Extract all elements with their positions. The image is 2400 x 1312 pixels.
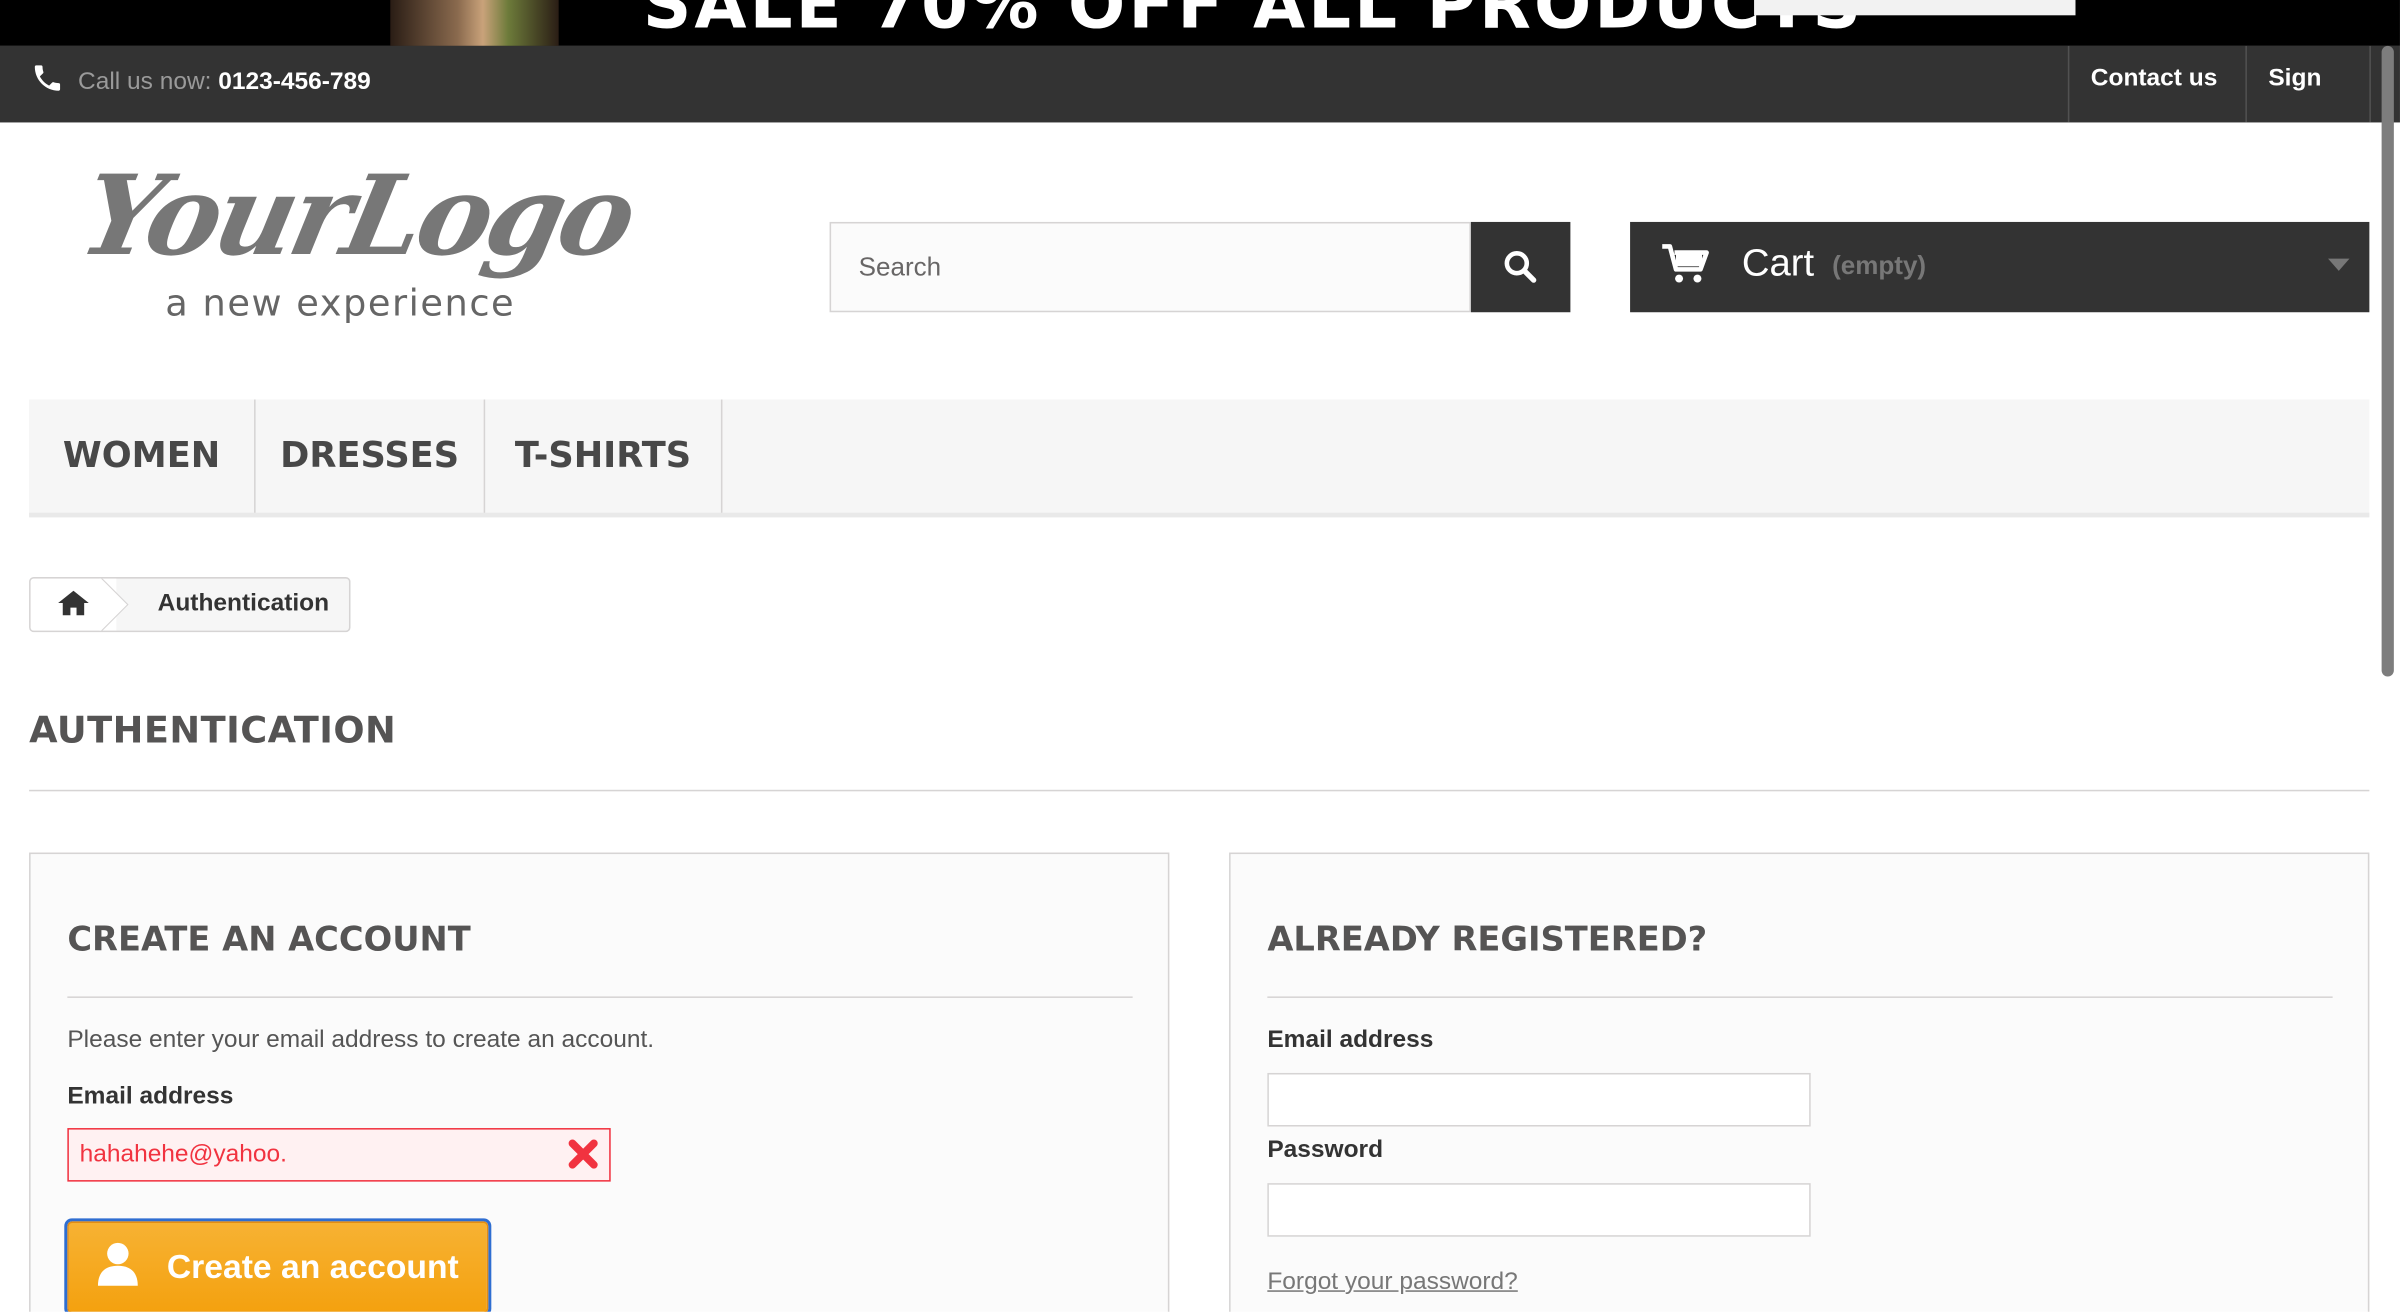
user-icon [97, 1242, 138, 1286]
store-logo[interactable]: YourLogo a new experience [70, 150, 666, 336]
contact-us-link[interactable]: Contact us [2067, 45, 2246, 123]
login-form: ALREADY REGISTERED? Email address Passwo… [1229, 852, 2370, 1312]
create-email-field-wrap [67, 1128, 611, 1182]
heading-divider [29, 789, 2370, 792]
create-account-form: CREATE AN ACCOUNT Please enter your emai… [29, 852, 1170, 1312]
create-account-title: CREATE AN ACCOUNT [67, 921, 471, 960]
cart-block[interactable]: Cart (empty) [1630, 221, 2370, 313]
breadcrumb-current: Authentication [157, 590, 330, 617]
search-icon [1504, 251, 1537, 283]
call-prefix: Call us now: [78, 68, 219, 95]
create-account-button-label: Create an account [166, 1247, 459, 1286]
cart-label: Cart [1741, 241, 1815, 285]
menu-item-tshirts[interactable]: T-SHIRTS [485, 399, 723, 513]
logo-tagline: a new experience [165, 281, 516, 325]
top-bar: Call us now: 0123-456-789 Contact us Sig… [0, 45, 2400, 159]
login-email-label: Email address [1267, 1027, 1434, 1054]
page: SALE 70% OFF ALL PRODUCTS Call us now: 0… [0, 0, 2400, 1312]
page-title: AUTHENTICATION [29, 708, 397, 752]
banner-text: SALE 70% OFF ALL PRODUCTS [642, 0, 1865, 45]
login-title: ALREADY REGISTERED? [1267, 921, 1708, 960]
chevron-down-icon[interactable] [2328, 258, 2350, 271]
login-email-input[interactable] [1267, 1072, 1811, 1127]
login-password-label: Password [1267, 1137, 1384, 1164]
promo-banner[interactable]: SALE 70% OFF ALL PRODUCTS [0, 0, 2400, 46]
forgot-password-link[interactable]: Forgot your password? [1267, 1269, 1517, 1297]
create-account-intro: Please enter your email address to creat… [67, 1027, 655, 1054]
cart-status: (empty) [1832, 251, 1927, 281]
scrollbar-thumb[interactable] [2381, 45, 2394, 677]
error-x-icon [568, 1139, 598, 1169]
menu-item-women[interactable]: WOMEN [29, 399, 256, 513]
logo-wordmark: YourLogo [70, 149, 644, 281]
breadcrumb: Authentication [29, 577, 351, 633]
search-input[interactable] [829, 221, 1471, 313]
login-divider [1267, 996, 2333, 998]
banner-shop-button[interactable] [1754, 0, 2076, 16]
search-button[interactable] [1470, 221, 1571, 313]
call-us-text: Call us now: 0123-456-789 [78, 69, 371, 97]
banner-image [390, 0, 559, 46]
create-email-label: Email address [67, 1083, 234, 1110]
cart-icon [1662, 244, 1709, 283]
menu-item-dresses[interactable]: DRESSES [256, 399, 486, 513]
main-menu: WOMEN DRESSES T-SHIRTS [29, 399, 2370, 518]
login-password-input[interactable] [1267, 1183, 1811, 1237]
home-icon [58, 590, 89, 616]
phone-icon [34, 65, 61, 91]
create-account-button[interactable]: Create an account [67, 1221, 489, 1312]
create-email-input[interactable] [67, 1128, 611, 1182]
breadcrumb-separator-fill [99, 578, 128, 631]
create-account-divider [67, 996, 1133, 998]
phone-number: 0123-456-789 [218, 68, 371, 95]
sign-in-link[interactable]: Sign in [2245, 45, 2371, 159]
